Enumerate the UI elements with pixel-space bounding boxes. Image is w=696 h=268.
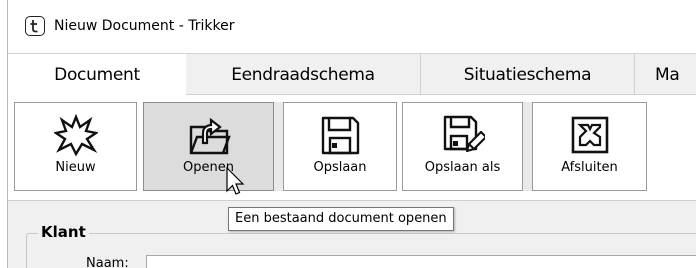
title-bar[interactable]: Nieuw Document - Trikker: [8, 0, 696, 53]
save-button-label: Opslaan: [313, 160, 367, 175]
tab-ma[interactable]: Ma: [634, 54, 696, 96]
close-button-label: Afsluiten: [561, 160, 618, 175]
toolbar-separator: [274, 102, 283, 191]
ribbon-tabstrip: Document Eendraadschema Situatieschema M…: [8, 53, 696, 97]
save-as-button[interactable]: Opslaan als: [402, 102, 523, 191]
document-toolbar: Nieuw Openen Opslaan Opslaan als Afsluit…: [8, 95, 696, 200]
trikker-app-icon: [25, 16, 45, 36]
customer-group-title: Klant: [38, 222, 89, 242]
name-field[interactable]: [146, 255, 696, 268]
open-folder-icon: [189, 117, 231, 155]
save-button[interactable]: Opslaan: [283, 102, 397, 191]
window-title: Nieuw Document - Trikker: [54, 18, 235, 34]
floppy-disk-icon: [321, 116, 360, 155]
name-field-label: Naam:: [86, 256, 129, 268]
open-button[interactable]: Openen: [143, 102, 274, 191]
new-burst-icon: [53, 113, 98, 157]
close-x-icon: [571, 116, 608, 154]
tab-eendraadschema[interactable]: Eendraadschema: [186, 54, 420, 96]
open-button-label: Openen: [183, 160, 234, 175]
close-button[interactable]: Afsluiten: [532, 102, 647, 191]
new-button-label: Nieuw: [55, 160, 96, 175]
mouse-cursor-icon: [226, 167, 245, 195]
new-button[interactable]: Nieuw: [14, 102, 137, 191]
open-button-tooltip: Een bestaand document openen: [228, 207, 454, 231]
tab-document[interactable]: Document: [8, 54, 186, 97]
toolbar-separator: [523, 102, 532, 191]
save-as-floppy-icon: [443, 115, 485, 153]
tab-situatieschema[interactable]: Situatieschema: [420, 54, 634, 96]
save-as-button-label: Opslaan als: [424, 160, 501, 175]
